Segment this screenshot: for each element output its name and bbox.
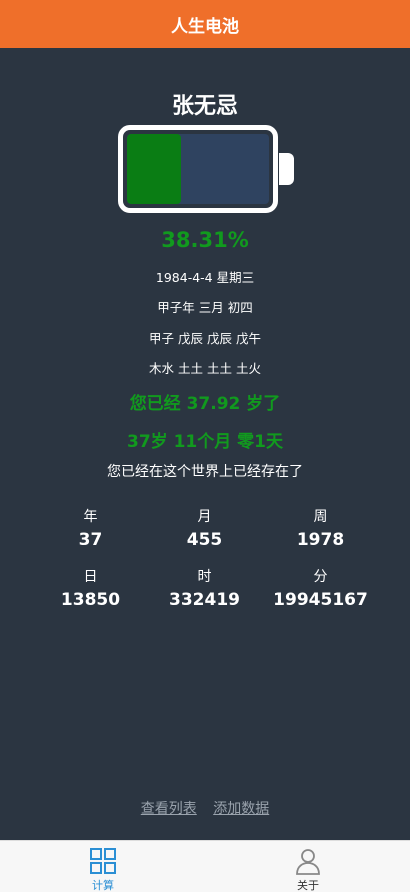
stat-value: 1978 — [296, 530, 345, 550]
tab-bar: 计算 关于 — [0, 840, 410, 892]
add-data-link[interactable]: 添加数据 — [213, 801, 269, 817]
lunar-date: 甲子年 三月 初四 — [157, 300, 253, 315]
stat-minutes: 分 19945167 — [252, 566, 389, 610]
wuxing-text: 木水 土土 土土 土火 — [149, 361, 261, 376]
user-icon — [296, 849, 320, 875]
stat-label: 分 — [313, 569, 328, 585]
bottom-links: 查看列表 添加数据 — [0, 798, 410, 818]
app-header: 人生电池 — [0, 0, 410, 48]
main-content: 张无忌 38.31% 1984-4-4 星期三 甲子年 三月 初四 甲子 戊辰 … — [0, 48, 410, 840]
battery-percent: 38.31% — [161, 228, 249, 252]
exist-text: 您已经在这个世界上已经存在了 — [107, 464, 303, 480]
age-detail: 37岁 11个月 零1天 — [127, 432, 283, 452]
battery-cap — [279, 153, 294, 185]
stat-weeks: 周 1978 — [252, 506, 389, 550]
tab-calc-label: 计算 — [92, 879, 114, 892]
person-name: 张无忌 — [171, 94, 238, 119]
app-title: 人生电池 — [171, 16, 239, 37]
ganzhi-text: 甲子 戊辰 戊辰 戊午 — [149, 331, 261, 346]
tab-about-label: 关于 — [297, 879, 319, 892]
battery-fill — [127, 134, 182, 204]
grid-icon — [90, 848, 116, 874]
tab-about[interactable]: 关于 — [268, 847, 348, 892]
stat-label: 周 — [313, 509, 328, 525]
tab-calc[interactable]: 计算 — [63, 847, 143, 892]
battery-body — [127, 134, 269, 204]
view-list-link[interactable]: 查看列表 — [141, 801, 197, 817]
solar-date: 1984-4-4 星期三 — [155, 270, 255, 285]
stat-value: 19945167 — [273, 590, 368, 610]
battery-icon — [118, 125, 278, 213]
age-decimal: 您已经 37.92 岁了 — [129, 394, 281, 414]
